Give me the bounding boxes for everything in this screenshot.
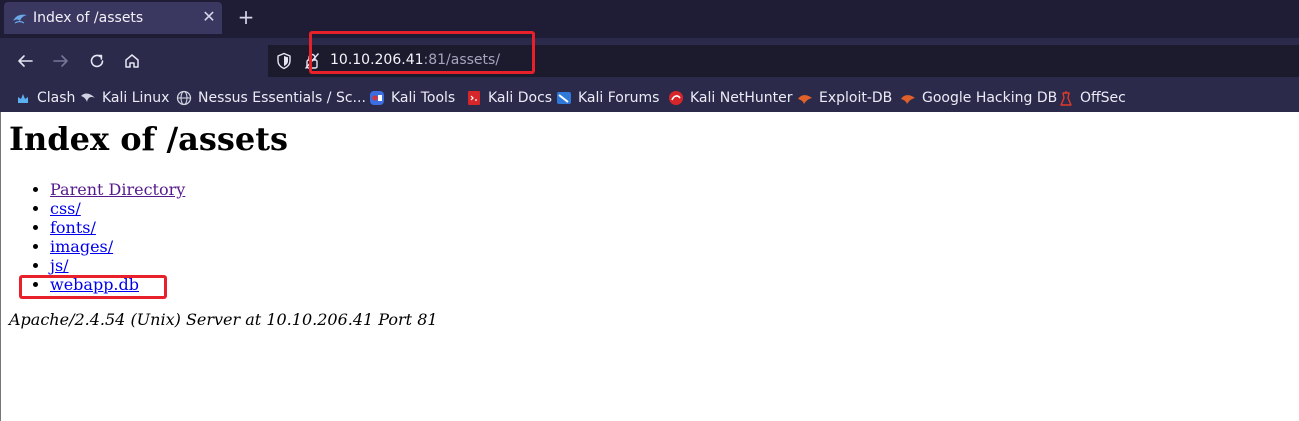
forward-button[interactable] [50, 50, 72, 72]
bookmark-kali-linux[interactable]: Kali Linux [80, 88, 169, 108]
parent-directory-link[interactable]: Parent Directory [50, 180, 185, 199]
browser-tab[interactable]: Index of /assets ✕ [4, 2, 222, 34]
new-tab-button[interactable]: + [236, 7, 256, 27]
bookmark-label: Clash [37, 90, 76, 106]
bookmark-clash[interactable]: Clash [15, 88, 75, 108]
js-folder-link[interactable]: js/ [50, 256, 69, 275]
list-item: images/ [50, 237, 185, 256]
bookmark-label: Google Hacking DB [922, 90, 1058, 106]
back-button[interactable] [14, 50, 36, 72]
reload-icon [90, 54, 104, 68]
forward-arrow-icon [53, 55, 68, 67]
tab-bar: Index of /assets ✕ + [0, 0, 1299, 38]
bookmark-label: Exploit-DB [819, 90, 893, 106]
navigation-bar: 10.10.206.41:81/assets/ [0, 38, 1299, 84]
kali-dragon-icon [81, 93, 95, 102]
list-item: js/ [50, 256, 185, 275]
bookmark-label: Kali Forums [578, 90, 660, 106]
images-folder-link[interactable]: images/ [50, 237, 113, 256]
ghdb-icon [901, 95, 915, 104]
clash-icon [18, 94, 28, 103]
page-title: Index of /assets [9, 120, 289, 158]
bookmark-kali-nethunter[interactable]: Kali NetHunter [668, 88, 792, 108]
bookmark-kali-forums[interactable]: Kali Forums [556, 88, 659, 108]
bookmark-kali-docs[interactable]: Kali Docs [466, 88, 552, 108]
fonts-folder-link[interactable]: fonts/ [50, 218, 96, 237]
kali-nethunter-icon [669, 91, 683, 105]
page-content: Index of /assets Parent Directory css/ f… [0, 112, 1299, 421]
file-highlight-annotation [19, 275, 167, 299]
bookmark-label: Kali NetHunter [690, 90, 793, 106]
css-folder-link[interactable]: css/ [50, 199, 81, 218]
shield-icon[interactable] [276, 52, 292, 70]
bookmark-label: Kali Linux [102, 90, 170, 106]
list-item: css/ [50, 199, 185, 218]
bookmark-label: OffSec [1080, 90, 1126, 106]
bookmark-label: Nessus Essentials / Sc... [198, 90, 366, 106]
bookmark-nessus[interactable]: Nessus Essentials / Sc... [176, 88, 366, 108]
server-signature: Apache/2.4.54 (Unix) Server at 10.10.206… [9, 310, 438, 329]
home-button[interactable] [121, 50, 143, 72]
close-tab-icon[interactable]: ✕ [200, 8, 218, 26]
bookmark-label: Kali Tools [391, 90, 456, 106]
home-icon [125, 54, 139, 68]
list-item: Parent Directory [50, 180, 185, 199]
offsec-icon [1060, 91, 1072, 106]
reload-button[interactable] [86, 50, 108, 72]
kali-forums-icon [557, 92, 571, 104]
kali-tools-icon [370, 91, 384, 105]
exploit-db-icon [798, 95, 812, 104]
bookmark-offsec[interactable]: OffSec [1058, 88, 1126, 108]
back-arrow-icon [18, 55, 33, 67]
bookmarks-bar: Clash Kali Linux Nessus Essentials / Sc.… [0, 84, 1299, 112]
kali-dragon-icon [13, 14, 27, 24]
url-highlight-annotation [309, 31, 535, 74]
tab-title: Index of /assets [33, 10, 144, 26]
globe-icon [176, 90, 192, 106]
bookmark-exploit-db[interactable]: Exploit-DB [797, 88, 892, 108]
kali-docs-icon [468, 91, 480, 105]
bookmark-google-hacking-db[interactable]: Google Hacking DB [900, 88, 1057, 108]
bookmark-label: Kali Docs [488, 90, 553, 106]
bookmark-kali-tools[interactable]: Kali Tools [369, 88, 455, 108]
list-item: fonts/ [50, 218, 185, 237]
